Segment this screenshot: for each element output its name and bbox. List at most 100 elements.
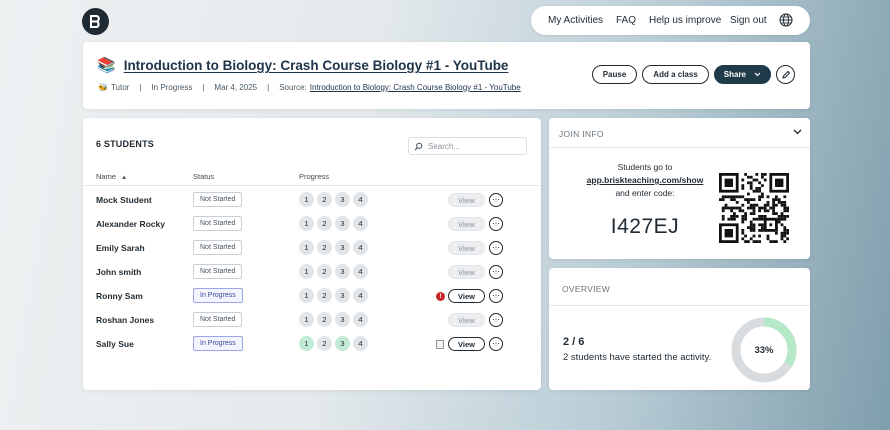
progress-step: 2 (317, 192, 332, 207)
search-input[interactable] (428, 141, 518, 151)
meta-separator: | (139, 83, 142, 92)
progress-steps: 1234 (299, 312, 368, 327)
more-options-icon[interactable]: ⋯ (489, 289, 503, 303)
top-navigation: My Activities FAQ Help us improve Sign o… (531, 6, 810, 35)
column-progress: Progress (299, 172, 330, 181)
activity-type: Tutor (110, 83, 130, 92)
column-name-label: Name (96, 172, 117, 181)
status-badge: Not Started (193, 264, 243, 279)
progress-step: 3 (335, 216, 350, 231)
join-code: I427EJ (610, 215, 680, 238)
table-row: Sally Sue In Progress 1 2 3 4 View ⋯ (83, 332, 541, 356)
more-options-icon[interactable]: ⋯ (489, 217, 503, 231)
progress-step: 4 (353, 288, 368, 303)
progress-step: 2 (317, 264, 332, 279)
activity-header: 📚 Introduction to Biology: Crash Course … (83, 42, 810, 109)
join-instruction-1: Students go to (617, 162, 673, 172)
sort-asc-icon: ▲ (121, 175, 128, 181)
nav-my-activities[interactable]: My Activities (548, 15, 603, 26)
nav-help[interactable]: Help us improve (649, 15, 721, 26)
view-button[interactable]: View (448, 337, 485, 351)
table-row: John smith Not Started 1 2 3 4 View ⋯ (83, 260, 541, 284)
document-icon (436, 340, 444, 349)
progress-step: 1 (299, 216, 314, 231)
student-name: Emily Sarah (96, 243, 145, 253)
more-options-icon[interactable]: ⋯ (489, 313, 503, 327)
table-row: Alexander Rocky Not Started 1 2 3 4 View ⋯ (83, 212, 541, 236)
table-row: Mock Student Not Started 1 2 3 4 View ⋯ (83, 188, 541, 212)
student-name: Sally Sue (96, 339, 134, 349)
status-badge: Not Started (193, 312, 243, 327)
status-badge: Not Started (193, 240, 243, 255)
meta-separator: | (202, 83, 205, 92)
progress-steps: 1234 (299, 240, 368, 255)
tutor-icon: 🐝 (98, 83, 108, 92)
view-button[interactable]: View (448, 289, 485, 303)
join-info-title: JOIN INFO (559, 129, 604, 139)
activity-title[interactable]: Introduction to Biology: Crash Course Bi… (124, 58, 509, 73)
view-button[interactable]: View (448, 265, 485, 279)
status-badge: In Progress (193, 336, 243, 351)
table-header: Name ▲ Status Progress (83, 172, 541, 186)
add-class-button[interactable]: Add a class (642, 65, 709, 84)
join-url[interactable]: app.briskteaching.com/show (569, 174, 721, 187)
brisk-logo[interactable] (82, 8, 109, 35)
progress-step: 3 (335, 312, 350, 327)
progress-step: 4 (353, 264, 368, 279)
progress-step: 2 (317, 240, 332, 255)
join-info-panel: JOIN INFO Students go to app.briskteachi… (549, 118, 810, 259)
progress-step: 4 (353, 336, 368, 351)
nav-sign-out[interactable]: Sign out (730, 15, 767, 26)
meta-separator: | (267, 83, 270, 92)
join-instruction-2: and enter code: (615, 188, 675, 198)
share-button[interactable]: Share (713, 65, 771, 84)
progress-percent: 33% (754, 344, 774, 356)
progress-steps: 1234 (299, 216, 368, 231)
progress-steps: 1234 (299, 264, 368, 279)
status-badge: In Progress (193, 288, 243, 303)
source-link[interactable]: Introduction to Biology: Crash Course Bi… (310, 83, 521, 92)
column-name[interactable]: Name ▲ (96, 172, 127, 181)
view-button[interactable]: View (448, 193, 485, 207)
progress-step: 1 (299, 264, 314, 279)
join-info-header[interactable]: JOIN INFO (549, 118, 810, 148)
student-name: Mock Student (96, 195, 152, 205)
progress-steps: 1234 (299, 192, 368, 207)
more-options-icon[interactable]: ⋯ (489, 193, 503, 207)
overview-description: 2 students have started the activity. (563, 352, 712, 363)
overview-panel: OVERVIEW 2 / 6 2 students have started t… (549, 268, 810, 390)
progress-step: 1 (299, 192, 314, 207)
progress-step: 3 (335, 264, 350, 279)
chevron-down-icon[interactable] (793, 129, 802, 135)
status-badge: Not Started (193, 192, 243, 207)
progress-step: 4 (353, 312, 368, 327)
search-icon (414, 142, 423, 150)
progress-step: 4 (353, 240, 368, 255)
student-name: Roshan Jones (96, 315, 155, 325)
progress-step: 1 (299, 336, 314, 351)
table-row: Roshan Jones Not Started 1 2 3 4 View ⋯ (83, 308, 541, 332)
alert-icon: ! (436, 292, 445, 301)
progress-steps: 1234 (299, 288, 368, 303)
more-options-icon[interactable]: ⋯ (489, 337, 503, 351)
students-count-title: 6 STUDENTS (96, 139, 155, 149)
search-box[interactable] (408, 137, 527, 155)
nav-faq[interactable]: FAQ (616, 15, 636, 26)
globe-icon[interactable] (779, 13, 793, 27)
chevron-down-icon (754, 72, 761, 77)
progress-step: 3 (335, 336, 350, 351)
view-button[interactable]: View (448, 217, 485, 231)
table-row: Emily Sarah Not Started 1 2 3 4 View ⋯ (83, 236, 541, 260)
view-button[interactable]: View (448, 313, 485, 327)
progress-step: 2 (317, 288, 332, 303)
student-name: Alexander Rocky (96, 219, 165, 229)
progress-step: 4 (353, 192, 368, 207)
edit-button[interactable] (776, 65, 795, 84)
student-name: John smith (96, 267, 142, 277)
view-button[interactable]: View (448, 241, 485, 255)
logo-icon (90, 15, 100, 28)
pause-button[interactable]: Pause (591, 65, 638, 84)
more-options-icon[interactable]: ⋯ (489, 265, 503, 279)
more-options-icon[interactable]: ⋯ (489, 241, 503, 255)
source-label: Source: (279, 83, 307, 92)
